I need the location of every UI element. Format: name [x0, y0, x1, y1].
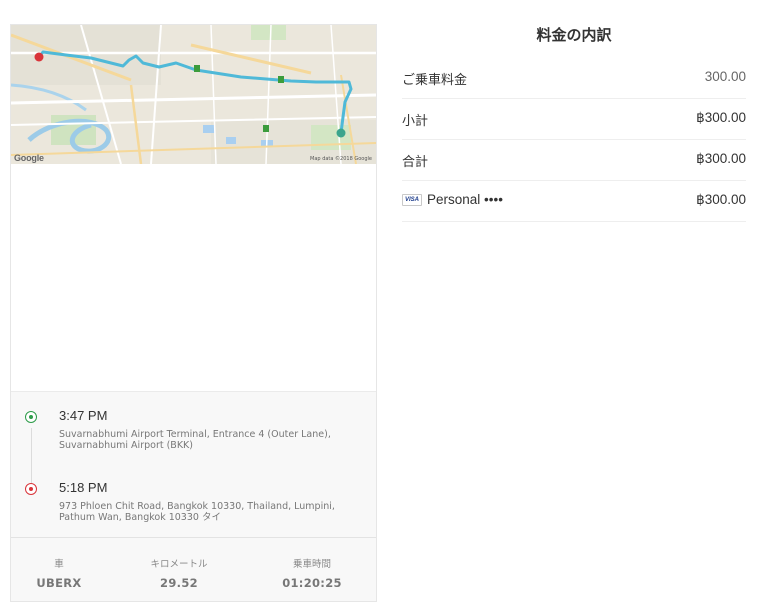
stat-label: 乗車時間: [292, 559, 331, 570]
stat-label: 車: [54, 559, 64, 570]
trip-stats: 車 UBERX キロメートル 29.52 乗車時間 01:20:25: [11, 537, 376, 601]
payment-amount: ฿300.00: [696, 192, 746, 207]
fare-label: 小計: [402, 114, 429, 129]
fare-label: ご乗車料金: [402, 73, 468, 88]
trip-timeline: 3:47 PM Suvarnabhumi Airport Terminal, E…: [11, 391, 376, 537]
stat-vehicle: 車 UBERX: [4, 556, 114, 590]
stat-label: キロメートル: [150, 559, 208, 570]
pickup-address: Suvarnabhumi Airport Terminal, Entrance …: [59, 429, 331, 451]
dropoff-address: 973 Phloen Chit Road, Bangkok 10330, Tha…: [59, 501, 335, 523]
fare-amount: ฿300.00: [696, 151, 746, 166]
visa-card-icon: VISA: [402, 194, 422, 206]
route-map[interactable]: Google Map data ©2018 Google: [11, 25, 376, 164]
stat-value: UBERX: [36, 576, 82, 590]
stat-value: 01:20:25: [282, 576, 342, 590]
stat-duration: 乗車時間 01:20:25: [257, 556, 367, 590]
pickup-time: 3:47 PM: [59, 408, 108, 423]
fare-row-subtotal: 小計 ฿300.00: [402, 99, 746, 140]
fare-amount: ฿300.00: [696, 110, 746, 125]
stat-value: 29.52: [160, 576, 198, 590]
dropoff-time: 5:18 PM: [59, 480, 108, 495]
pickup-dot-icon: [25, 411, 37, 423]
payment-method-label: Personal ••••: [427, 192, 503, 207]
map-graphic: [11, 25, 376, 164]
fare-amount: 300.00: [704, 69, 746, 84]
google-logo: Google: [14, 153, 44, 163]
map-credit: Map data ©2018 Google: [310, 156, 372, 162]
stat-distance: キロメートル 29.52: [124, 556, 234, 590]
trip-card: Google Map data ©2018 Google 3:47 PM Suv…: [10, 24, 377, 602]
fare-row-total: 合計 ฿300.00: [402, 140, 746, 181]
dropoff-dot-icon: [25, 483, 37, 495]
timeline-connector: [31, 428, 32, 490]
payment-row: VISA Personal •••• ฿300.00: [402, 181, 746, 222]
fare-row-base: ご乗車料金 300.00: [402, 58, 746, 99]
fare-label: 合計: [402, 155, 429, 170]
fare-breakdown: ご乗車料金 300.00 小計 ฿300.00 合計 ฿300.00 VISA …: [402, 58, 746, 222]
fare-breakdown-title: 料金の内訳: [536, 26, 612, 44]
